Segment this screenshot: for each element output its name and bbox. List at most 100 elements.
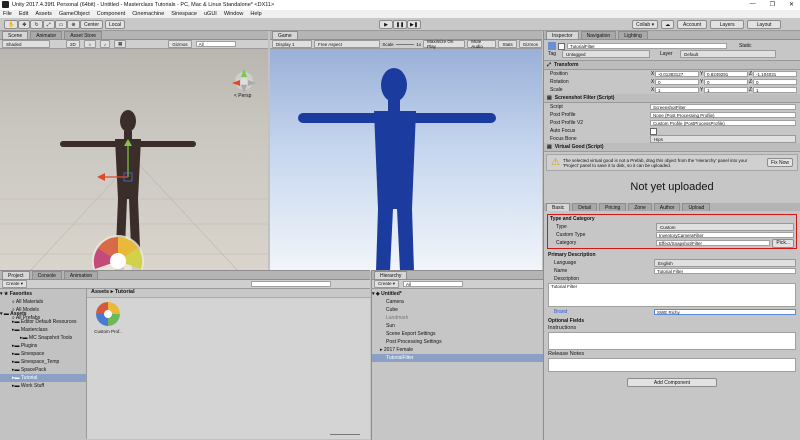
menu-item-edit[interactable]: Edit (19, 11, 28, 17)
hierarchy-item[interactable]: Landmark (372, 314, 543, 322)
tab-detail[interactable]: Detail (572, 203, 598, 211)
hierarchy-create-dropdown[interactable]: Create ▾ (374, 280, 400, 288)
scene-search-input[interactable]: All (195, 41, 236, 47)
type-dropdown[interactable]: Custom (656, 223, 794, 231)
tab-basic[interactable]: Basic (546, 203, 571, 211)
object-name-input[interactable]: TutorialFilter (567, 43, 727, 49)
menu-item-sinespace[interactable]: Sinespace (171, 11, 197, 17)
cloud-icon[interactable]: ☁ (661, 20, 675, 29)
tab-author[interactable]: Author (653, 203, 681, 211)
maximize-on-play-toggle[interactable]: Maximize On Play (423, 39, 466, 49)
tab-navigation[interactable]: Navigation (580, 31, 617, 39)
game-gizmos-dropdown[interactable]: Gizmos (518, 40, 542, 48)
assets-folder[interactable]: ▾ ▬ Assets (0, 310, 86, 318)
field-value[interactable]: Hips (650, 135, 796, 143)
transform-x-input[interactable]: 1 (655, 87, 699, 93)
menu-item-file[interactable]: File (3, 11, 12, 17)
hierarchy-item[interactable]: Cube (372, 306, 543, 314)
transform-header[interactable]: ⤢ Transform (544, 61, 800, 70)
hierarchy-item[interactable]: ▸ 2017 Female (372, 346, 543, 354)
pivot-center-button[interactable]: Center (80, 20, 104, 29)
effects-toggle-icon[interactable]: ▦ (114, 40, 127, 48)
move-tool-icon[interactable]: ✥ (18, 20, 31, 29)
scene-root[interactable]: ▾ ◈ Untitled* (372, 290, 543, 298)
menu-item-gameobject[interactable]: GameObject (59, 11, 90, 17)
category-input[interactable]: Effect/Snapshot/Filter (656, 240, 771, 246)
scale-slider[interactable] (395, 43, 415, 45)
hierarchy-item[interactable]: Sun (372, 322, 543, 330)
tab-game[interactable]: Game (272, 31, 298, 39)
auto-focus-checkbox[interactable] (650, 127, 657, 135)
pivot-local-button[interactable]: Local (105, 20, 125, 29)
fix-now-button[interactable]: Fix Now (766, 158, 793, 167)
gizmos-dropdown[interactable]: Gizmos (168, 40, 192, 48)
asset-folder[interactable]: ▸▬ Work Stuff (0, 382, 86, 390)
favorite-item[interactable]: ⌕ All Materials (0, 298, 86, 306)
tab-console[interactable]: Console (31, 271, 62, 279)
project-search-input[interactable] (251, 281, 332, 287)
rect-tool-icon[interactable]: ▭ (54, 20, 68, 29)
hierarchy-search-input[interactable]: All (403, 281, 464, 287)
menu-item-help[interactable]: Help (250, 11, 261, 17)
collab-dropdown[interactable]: Collab ▾ (632, 20, 659, 29)
tab-inspector[interactable]: Inspector (546, 31, 579, 39)
field-value[interactable]: None (Post Processing Profile) (650, 112, 796, 118)
instructions-textarea[interactable] (548, 332, 796, 350)
tab-pricing[interactable]: Pricing (599, 203, 627, 211)
maximize-button[interactable]: ❐ (770, 1, 775, 8)
field-value[interactable]: ScreenshotFilter (650, 104, 796, 110)
project-breadcrumb[interactable]: Assets ▸ Tutorial (87, 289, 370, 298)
layer-dropdown[interactable]: Default (680, 50, 776, 58)
hierarchy-item[interactable]: Camera (372, 298, 543, 306)
rotate-tool-icon[interactable]: ↻ (30, 20, 43, 29)
asset-folder[interactable]: ▸▬ Plugins (0, 342, 86, 350)
zoom-slider[interactable] (330, 434, 360, 435)
asset-tile[interactable]: Custom Prof.. (93, 301, 123, 334)
pause-button[interactable]: ❚❚ (393, 20, 407, 29)
name-input[interactable]: Tutorial Filter (654, 268, 796, 274)
asset-folder[interactable]: ▸▬ Editor Default Resources (0, 318, 86, 326)
stats-toggle[interactable]: Stats (498, 40, 517, 48)
transform-x-input[interactable]: 0 (655, 79, 699, 85)
active-checkbox[interactable] (558, 42, 565, 50)
scene-viewport[interactable]: < Persp (0, 49, 268, 271)
tab-animation[interactable]: Animation (63, 271, 99, 279)
audio-toggle-icon[interactable]: ♪ (99, 40, 111, 48)
game-viewport[interactable] (270, 49, 542, 271)
tab-project[interactable]: Project (2, 271, 30, 279)
hierarchy-item[interactable]: Scene Export Settings (372, 330, 543, 338)
transform-y-input[interactable]: 0 (704, 79, 748, 85)
project-create-dropdown[interactable]: Create ▾ (2, 280, 28, 288)
virtual-good-header[interactable]: ▤ Virtual Good (Script) (544, 143, 800, 152)
menu-item-window[interactable]: Window (224, 11, 244, 17)
aspect-dropdown[interactable]: Free Aspect (313, 40, 381, 48)
lighting-toggle-icon[interactable]: ☼ (83, 40, 96, 48)
brand-input[interactable]: SWE Richy (654, 309, 796, 315)
menu-item-ugui[interactable]: uGUI (204, 11, 217, 17)
language-dropdown[interactable]: English (654, 259, 796, 267)
tab-hierarchy[interactable]: Hierarchy (374, 271, 408, 279)
tab-upload[interactable]: Upload (682, 203, 711, 211)
2d-toggle[interactable]: 2D (66, 40, 80, 48)
shading-dropdown[interactable]: Shaded (2, 40, 50, 48)
description-textarea[interactable]: Tutorial Filter (548, 283, 796, 307)
transform-z-input[interactable]: 1 (753, 87, 797, 93)
asset-folder[interactable]: ▸▬ Masterclass (0, 326, 86, 334)
tab-scene[interactable]: Scene (2, 31, 29, 39)
favorites-folder[interactable]: ▾ ★ Favorites (0, 290, 86, 298)
custom-type-input[interactable]: InventoryCameraFilter (656, 232, 794, 238)
transform-y-input[interactable]: 1 (704, 87, 748, 93)
tab-zone[interactable]: Zone (628, 203, 652, 211)
transform-y-input[interactable]: 0.8249291 (704, 71, 748, 77)
asset-folder[interactable]: ▸▬ Sinespace_Temp (0, 358, 86, 366)
hierarchy-item[interactable]: Post Processing Settings (372, 338, 543, 346)
menu-item-assets[interactable]: Assets (35, 11, 52, 17)
scale-tool-icon[interactable]: ⤢ (42, 20, 55, 29)
hand-tool-icon[interactable]: ✋ (4, 20, 19, 29)
display-dropdown[interactable]: Display 1 (272, 40, 312, 48)
hierarchy-item[interactable]: TutorialFilter (372, 354, 543, 362)
pick-button[interactable]: Pick... (772, 238, 794, 248)
menu-item-component[interactable]: Component (97, 11, 125, 17)
screenshot-filter-header[interactable]: ▤ Screenshot Filter (Script) (544, 94, 800, 103)
asset-folder[interactable]: ▸▬ SpacePack (0, 366, 86, 374)
